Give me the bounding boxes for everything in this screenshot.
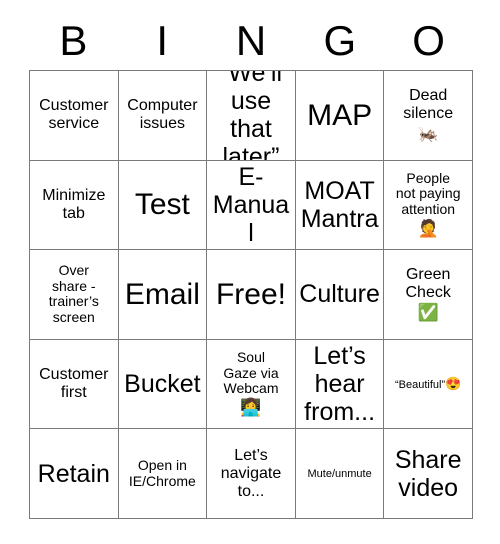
bingo-cell[interactable]: Bucket (118, 339, 208, 430)
bingo-cell-label: MAP (307, 98, 373, 132)
bingo-cell-label: Email (124, 277, 200, 311)
bingo-cell[interactable]: People not paying attention 🤦 (384, 160, 473, 251)
bingo-cell-label: “We’ll use that later” (219, 71, 283, 161)
bingo-header-letter-i: I (156, 17, 169, 64)
bingo-cell-label: Bucket (124, 370, 201, 399)
bingo-header-letter-n: N (235, 17, 267, 64)
bingo-cell-label: Customer first (39, 366, 109, 402)
bingo-cell[interactable]: Over share - trainer’s screen (30, 250, 119, 340)
bingo-cell[interactable]: Culture (295, 250, 385, 340)
bingo-cell-label: Share video (394, 445, 462, 502)
bingo-cell[interactable]: Dead silence 🦗 (384, 71, 473, 161)
bingo-cell[interactable]: Minimize tab (30, 160, 119, 251)
bingo-cell-label: MOAT Mantra (300, 176, 379, 233)
bingo-cell[interactable]: Free! (207, 250, 296, 340)
bingo-header-letter-o: O (412, 17, 445, 64)
bingo-cell-label: Mute/unmute (307, 467, 372, 480)
bingo-cell-label: Free! (215, 277, 286, 311)
bingo-cell-emoji-icon: ✅ (417, 302, 439, 322)
bingo-cell-emoji-icon: 👩‍💻 (240, 397, 262, 417)
bingo-cell[interactable]: Share video (384, 429, 473, 519)
bingo-cell[interactable]: Customer first (30, 339, 119, 430)
bingo-cell[interactable]: Computer issues (118, 71, 208, 161)
bingo-cell-label: Customer service (39, 97, 109, 133)
bingo-cell-label: Let’s navigate to... (220, 446, 282, 500)
bingo-cell-label: Open in IE/Chrome (128, 457, 196, 489)
bingo-cell[interactable]: Customer service (30, 71, 119, 161)
bingo-grid: Customer service Computer issues “We’ll us… (29, 70, 473, 519)
bingo-cell[interactable]: Soul Gaze via Webcam 👩‍💻 (207, 339, 296, 430)
bingo-cell-label: Dead silence 🦗 (387, 87, 469, 144)
bingo-header-letter-b: B (59, 17, 88, 64)
bingo-cell[interactable]: Let’s navigate to... (207, 429, 296, 519)
bingo-cell[interactable]: E- Manual (207, 160, 296, 251)
bingo-cell-label: Over share - trainer’s screen (48, 262, 99, 326)
bingo-cell-label: Let’s hear from... (304, 342, 376, 427)
bingo-header-letter-g: G (323, 17, 357, 64)
bingo-cell-emoji-icon: 😍 (445, 375, 462, 391)
bingo-cell[interactable]: “We’ll use that later” (207, 71, 296, 161)
bingo-cell[interactable]: Retain (30, 429, 119, 519)
bingo-cell-label: E- Manual (212, 162, 290, 247)
bingo-cell[interactable]: Test (118, 160, 208, 251)
bingo-cell[interactable]: MAP (295, 71, 385, 161)
bingo-cell[interactable]: Email (118, 250, 208, 340)
bingo-cell[interactable]: Let’s hear from... (295, 339, 385, 430)
bingo-cell-label: Culture (299, 280, 380, 309)
bingo-cell[interactable]: Green Check ✅ (384, 250, 473, 340)
bingo-cell-label: People not paying attention 🤦 (387, 170, 469, 239)
bingo-cell-label: Computer issues (127, 97, 198, 133)
bingo-cell-label: “Beautiful”😍 (395, 375, 462, 391)
bingo-header-row: B I N G O (29, 12, 473, 70)
bingo-card: B I N G O Customer service Computer issue… (0, 0, 500, 544)
bingo-cell[interactable]: Open in IE/Chrome (118, 429, 208, 519)
bingo-cell-emoji-icon: 🤦 (417, 218, 439, 238)
bingo-cell-label: Test (134, 188, 190, 222)
bingo-cell-label: Retain (37, 459, 110, 488)
bingo-cell[interactable]: MOAT Mantra (295, 160, 385, 251)
bingo-cell-label: Green Check ✅ (387, 266, 469, 323)
bingo-cell[interactable]: “Beautiful”😍 (384, 339, 473, 430)
bingo-cell-emoji-icon: 🦗 (417, 123, 439, 143)
bingo-cell-label: Minimize tab (42, 186, 106, 222)
bingo-cell-label: Soul Gaze via Webcam 👩‍💻 (210, 349, 292, 418)
bingo-cell[interactable]: Mute/unmute (295, 429, 385, 519)
